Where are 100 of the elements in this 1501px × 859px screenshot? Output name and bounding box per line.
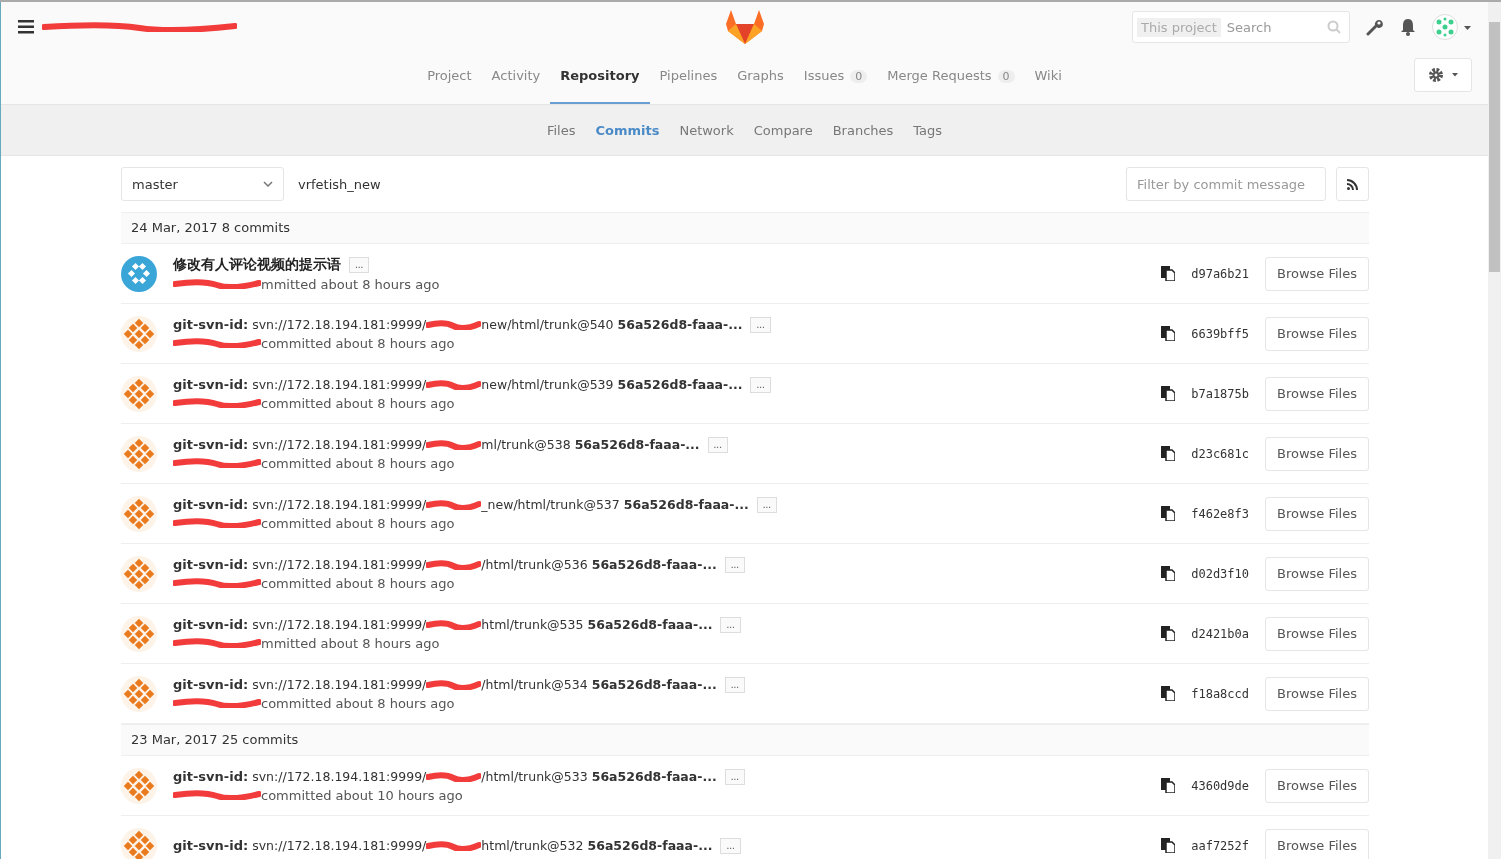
rss-button[interactable] <box>1336 167 1369 201</box>
branch-dropdown[interactable]: master <box>121 167 284 201</box>
copy-icon[interactable] <box>1161 686 1176 701</box>
commit-meta: committed about 8 hours ago <box>261 455 455 471</box>
browse-files-button[interactable]: Browse Files <box>1265 376 1369 411</box>
copy-icon[interactable] <box>1161 506 1176 521</box>
commit-uuid: 56a526d8-faaa-... <box>623 497 749 512</box>
sub-tab[interactable]: Network <box>679 122 734 138</box>
expand-button[interactable]: ... <box>720 616 741 633</box>
avatar-icon <box>121 255 157 292</box>
settings-icon <box>1428 67 1458 83</box>
filter-field[interactable]: Filter by commit message <box>1126 167 1326 201</box>
commit-meta: committed about 8 hours ago <box>261 395 455 411</box>
commit-uuid: 56a526d8-faaa-... <box>591 557 717 572</box>
commit-uuid: 56a526d8-faaa-... <box>591 769 717 784</box>
expand-button[interactable]: ... <box>750 376 771 393</box>
commit-path: svn://172.18.194.181:9999/ <box>252 557 427 572</box>
expand-button[interactable]: ... <box>750 316 771 333</box>
redaction-mark <box>426 319 482 330</box>
copy-icon[interactable] <box>1161 266 1176 281</box>
commit-sha[interactable]: d97a6b21 <box>1191 266 1249 281</box>
browse-files-button[interactable]: Browse Files <box>1265 256 1369 291</box>
commit-path: /html/trunk@534 <box>481 677 588 692</box>
commit-uuid: 56a526d8-faaa-... <box>587 838 713 853</box>
fox-logo[interactable] <box>726 9 764 45</box>
commit-path: /html/trunk@536 <box>481 557 588 572</box>
nav-tab[interactable]: Project <box>417 52 482 104</box>
commit-sha[interactable]: 6639bff5 <box>1191 326 1249 341</box>
expand-button[interactable]: ... <box>720 837 741 854</box>
browse-files-button[interactable]: Browse Files <box>1265 496 1369 531</box>
browse-files-button[interactable]: Browse Files <box>1265 436 1369 471</box>
wrench-icon[interactable] <box>1366 18 1384 36</box>
nav-tab[interactable]: Issues 0 <box>793 52 878 104</box>
redaction-mark <box>426 679 482 690</box>
commit-label: git-svn-id: <box>173 769 249 784</box>
avatar-icon <box>121 827 157 859</box>
commit-sha[interactable]: d02d3f10 <box>1191 566 1249 581</box>
redaction-mark <box>426 559 482 570</box>
expand-button[interactable]: ... <box>724 676 745 693</box>
copy-icon[interactable] <box>1161 326 1176 341</box>
commit-path: _new/html/trunk@537 <box>481 497 620 512</box>
sub-tab[interactable]: Tags <box>913 122 943 138</box>
commit-meta: mmitted about 8 hours ago <box>261 276 440 292</box>
commit-sha[interactable]: b7a1875b <box>1191 386 1249 401</box>
commit-path: svn://172.18.194.181:9999/ <box>252 838 427 853</box>
commit-sha[interactable]: 4360d9de <box>1191 778 1249 793</box>
expand-button[interactable]: ... <box>707 436 728 453</box>
commit-uuid: 56a526d8-faaa-... <box>574 437 700 452</box>
browse-files-button[interactable]: Browse Files <box>1265 768 1369 803</box>
commit-label: git-svn-id: <box>173 437 249 452</box>
browse-files-button[interactable]: Browse Files <box>1265 616 1369 651</box>
commit-meta: committed about 10 hours ago <box>261 787 463 803</box>
commit-uuid: 56a526d8-faaa-... <box>617 377 743 392</box>
commit-meta: committed about 8 hours ago <box>261 515 455 531</box>
commit-label: git-svn-id: <box>173 677 249 692</box>
sub-tab[interactable]: Files <box>546 122 576 138</box>
copy-icon[interactable] <box>1161 778 1176 793</box>
expand-button[interactable]: ... <box>756 496 778 513</box>
nav-tab[interactable]: Graphs <box>727 52 794 104</box>
expand-button[interactable]: ... <box>724 556 745 573</box>
redaction-mark <box>426 439 482 450</box>
redaction-mark <box>426 840 482 851</box>
sub-tab[interactable]: Compare <box>753 122 813 138</box>
commit-sha[interactable]: f462e8f3 <box>1191 506 1249 521</box>
commit-label: git-svn-id: <box>173 557 249 572</box>
copy-icon[interactable] <box>1161 838 1176 853</box>
browse-files-button[interactable]: Browse Files <box>1265 676 1369 711</box>
avatar-icon <box>121 315 157 352</box>
search-icon <box>1327 20 1341 34</box>
commit-sha[interactable]: d2421b0a <box>1191 626 1249 641</box>
commit-uuid: 56a526d8-faaa-... <box>591 677 717 692</box>
browse-files-button[interactable]: Browse Files <box>1265 316 1369 351</box>
sub-tab[interactable]: Branches <box>832 122 894 138</box>
commit-path: html/trunk@535 <box>481 617 584 632</box>
browse-files-button[interactable]: Browse Files <box>1265 556 1369 591</box>
bell-icon[interactable] <box>1400 18 1416 36</box>
copy-icon[interactable] <box>1161 626 1176 641</box>
commit-path: new/html/trunk@540 <box>481 317 614 332</box>
nav-tab[interactable]: Merge Requests 0 <box>877 52 1025 104</box>
browse-files-button[interactable]: Browse Files <box>1265 828 1369 859</box>
commit-meta: committed about 8 hours ago <box>261 575 455 591</box>
copy-icon[interactable] <box>1161 566 1176 581</box>
commit-label: git-svn-id: <box>173 317 249 332</box>
scrollbar[interactable] <box>1488 2 1501 859</box>
commit-title[interactable]: 修改有人评论视频的提示语 <box>173 255 341 274</box>
commit-label: git-svn-id: <box>173 617 249 632</box>
expand-button[interactable]: ... <box>724 768 745 785</box>
settings-button[interactable] <box>1414 58 1472 92</box>
avatar-icon <box>121 375 157 412</box>
copy-icon[interactable] <box>1161 386 1176 401</box>
menu-icon[interactable] <box>18 20 34 34</box>
commit-sha[interactable]: aaf7252f <box>1191 838 1249 853</box>
nav-tab[interactable]: Activity <box>481 52 551 104</box>
copy-icon[interactable] <box>1161 446 1176 461</box>
scrollbar-thumb[interactable] <box>1489 22 1500 272</box>
nav-tab[interactable]: Wiki <box>1024 52 1072 104</box>
expand-button[interactable]: ... <box>349 256 370 273</box>
commit-sha[interactable]: f18a8ccd <box>1191 686 1249 701</box>
commit-sha[interactable]: d23c681c <box>1191 446 1249 461</box>
commit-path: svn://172.18.194.181:9999/ <box>252 497 427 512</box>
